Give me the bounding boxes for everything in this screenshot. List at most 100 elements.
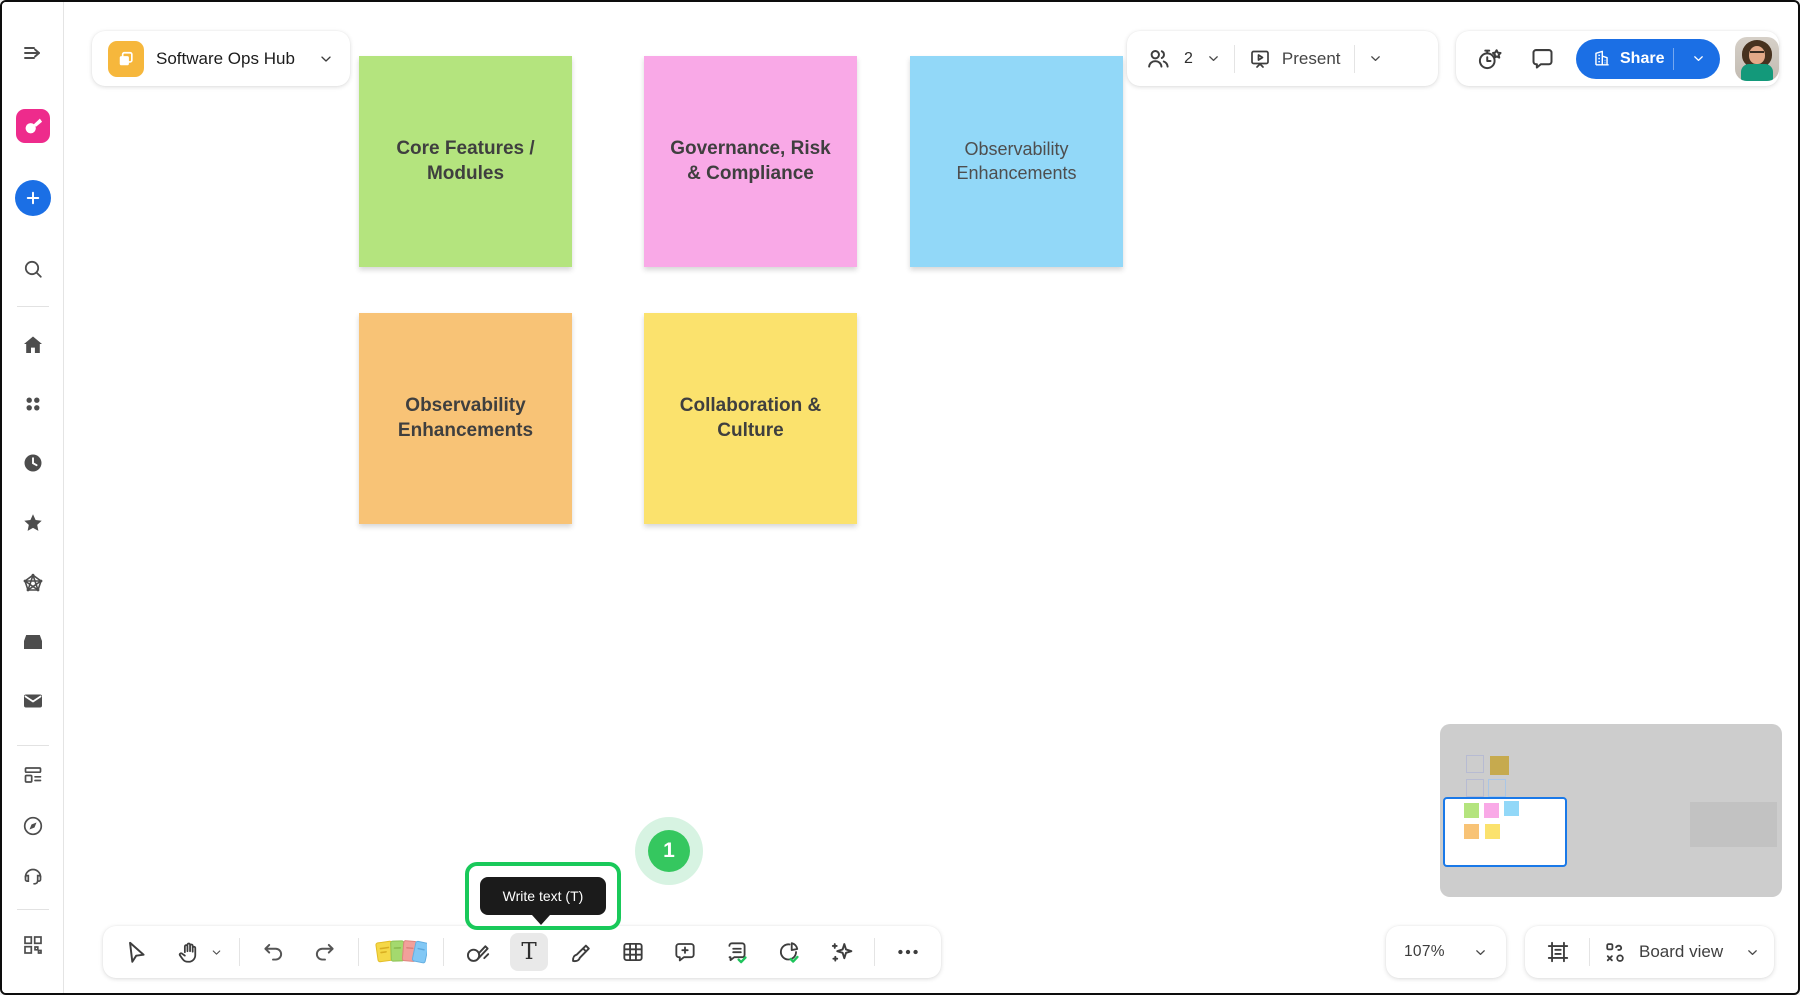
minimap-note <box>1504 801 1519 816</box>
creation-toolbar: T <box>103 926 941 978</box>
app-logo-icon[interactable] <box>15 108 51 144</box>
pan-tool[interactable] <box>169 933 207 971</box>
sidebar-item-home[interactable] <box>15 327 51 363</box>
left-sidebar <box>2 2 64 993</box>
board-header[interactable]: Software Ops Hub <box>92 31 350 86</box>
chevron-down-icon[interactable] <box>1206 51 1221 66</box>
minimap-frame-outline <box>1488 779 1506 797</box>
sidebar-item-apps[interactable] <box>15 386 51 422</box>
sidebar-divider <box>17 745 49 746</box>
actions-bar: Share <box>1456 31 1779 86</box>
present-icon <box>1248 47 1272 71</box>
divider <box>358 938 359 966</box>
minimap-note <box>1464 803 1479 818</box>
divider <box>874 938 875 966</box>
present-label: Present <box>1282 49 1341 69</box>
share-org-icon <box>1592 49 1611 68</box>
chevron-down-icon[interactable] <box>1368 51 1383 66</box>
sticky-note[interactable]: Core Features / Modules <box>359 56 572 267</box>
divider <box>239 938 240 966</box>
sticky-note-label: Core Features / Modules <box>379 137 552 186</box>
share-label: Share <box>1620 50 1664 68</box>
minimap[interactable] <box>1440 724 1782 897</box>
sidebar-item-network-star[interactable] <box>15 565 51 601</box>
users-icon <box>1145 46 1171 72</box>
text-icon: T <box>521 941 536 964</box>
comment-tool[interactable] <box>666 933 704 971</box>
sidebar-item-mail[interactable] <box>15 683 51 719</box>
online-user-count: 2 <box>1184 50 1193 68</box>
frames-icon[interactable] <box>1539 933 1577 971</box>
sidebar-item-support[interactable] <box>15 857 51 893</box>
sidebar-item-explore[interactable] <box>15 808 51 844</box>
sticky-note-label: Observability Enhancements <box>930 138 1103 185</box>
sticky-note[interactable]: Observability Enhancements <box>910 56 1123 267</box>
whiteboard-app-window: Core Features / Modules Governance, Risk… <box>0 0 1800 995</box>
timer-icon[interactable] <box>1470 40 1508 78</box>
ai-tool[interactable] <box>822 933 860 971</box>
minimap-frame-outline <box>1466 779 1484 797</box>
expand-sidebar-icon[interactable] <box>15 35 51 71</box>
tooltip-highlight-box: Write text (T) <box>465 862 621 930</box>
divider <box>1354 45 1355 73</box>
chevron-down-icon[interactable] <box>1745 945 1760 960</box>
docs-tool[interactable] <box>718 933 756 971</box>
more-tools-button[interactable] <box>889 933 927 971</box>
sidebar-item-inbox[interactable] <box>15 624 51 660</box>
step-number: 1 <box>663 839 675 863</box>
pan-options-chevron[interactable] <box>207 933 225 971</box>
minimap-frame-outline <box>1466 755 1484 773</box>
board-project-icon <box>108 41 144 77</box>
zoom-level: 107% <box>1404 943 1445 961</box>
board-title: Software Ops Hub <box>156 49 306 69</box>
select-tool[interactable] <box>117 933 155 971</box>
qr-grid-icon[interactable] <box>15 927 51 963</box>
minimap-frame <box>1690 802 1777 847</box>
sticky-note[interactable]: Collaboration & Culture <box>644 313 857 524</box>
sticky-note[interactable]: Governance, Risk & Compliance <box>644 56 857 267</box>
minimap-note <box>1464 824 1479 839</box>
sidebar-divider <box>17 306 49 307</box>
minimap-note <box>1490 756 1509 775</box>
minimap-note <box>1484 803 1499 818</box>
chevron-down-icon[interactable] <box>318 51 334 67</box>
divider <box>1234 45 1235 73</box>
minimap-viewport[interactable] <box>1443 797 1567 867</box>
divider <box>1673 48 1674 70</box>
sidebar-item-starred[interactable] <box>15 505 51 541</box>
table-tool[interactable] <box>614 933 652 971</box>
chat-icon[interactable] <box>1523 40 1561 78</box>
view-label: Board view <box>1639 942 1733 962</box>
charts-tool[interactable] <box>770 933 808 971</box>
sticky-note-label: Collaboration & Culture <box>664 394 837 443</box>
step-number-badge: 1 <box>648 830 690 872</box>
sidebar-item-templates[interactable] <box>15 757 51 793</box>
search-icon[interactable] <box>15 251 51 287</box>
zoom-control[interactable]: 107% <box>1386 926 1506 978</box>
create-new-button[interactable] <box>15 180 51 216</box>
tooltip: Write text (T) <box>480 877 606 915</box>
shapes-tool[interactable] <box>458 933 496 971</box>
minimap-note <box>1485 824 1500 839</box>
sticky-note-tool[interactable] <box>373 933 429 971</box>
present-button[interactable]: Present <box>1248 47 1341 71</box>
redo-button[interactable] <box>306 933 344 971</box>
chevron-down-icon[interactable] <box>1473 945 1488 960</box>
pen-tool[interactable] <box>562 933 600 971</box>
sidebar-divider <box>17 909 49 910</box>
undo-button[interactable] <box>254 933 292 971</box>
sticky-note-label: Governance, Risk & Compliance <box>664 137 837 186</box>
text-tool[interactable]: T <box>510 933 548 971</box>
collaboration-bar: 2 Present <box>1127 31 1438 86</box>
user-avatar[interactable] <box>1735 37 1779 81</box>
sticky-note[interactable]: Observability Enhancements <box>359 313 572 524</box>
tooltip-label: Write text (T) <box>503 888 584 904</box>
share-options-chevron[interactable] <box>1683 51 1714 66</box>
divider <box>443 938 444 966</box>
divider <box>1589 938 1590 966</box>
view-switcher-icon <box>1602 940 1627 965</box>
sticky-note-label: Observability Enhancements <box>379 394 552 443</box>
sidebar-item-recent[interactable] <box>15 445 51 481</box>
tooltip-caret <box>532 915 550 925</box>
share-button[interactable]: Share <box>1576 39 1720 79</box>
